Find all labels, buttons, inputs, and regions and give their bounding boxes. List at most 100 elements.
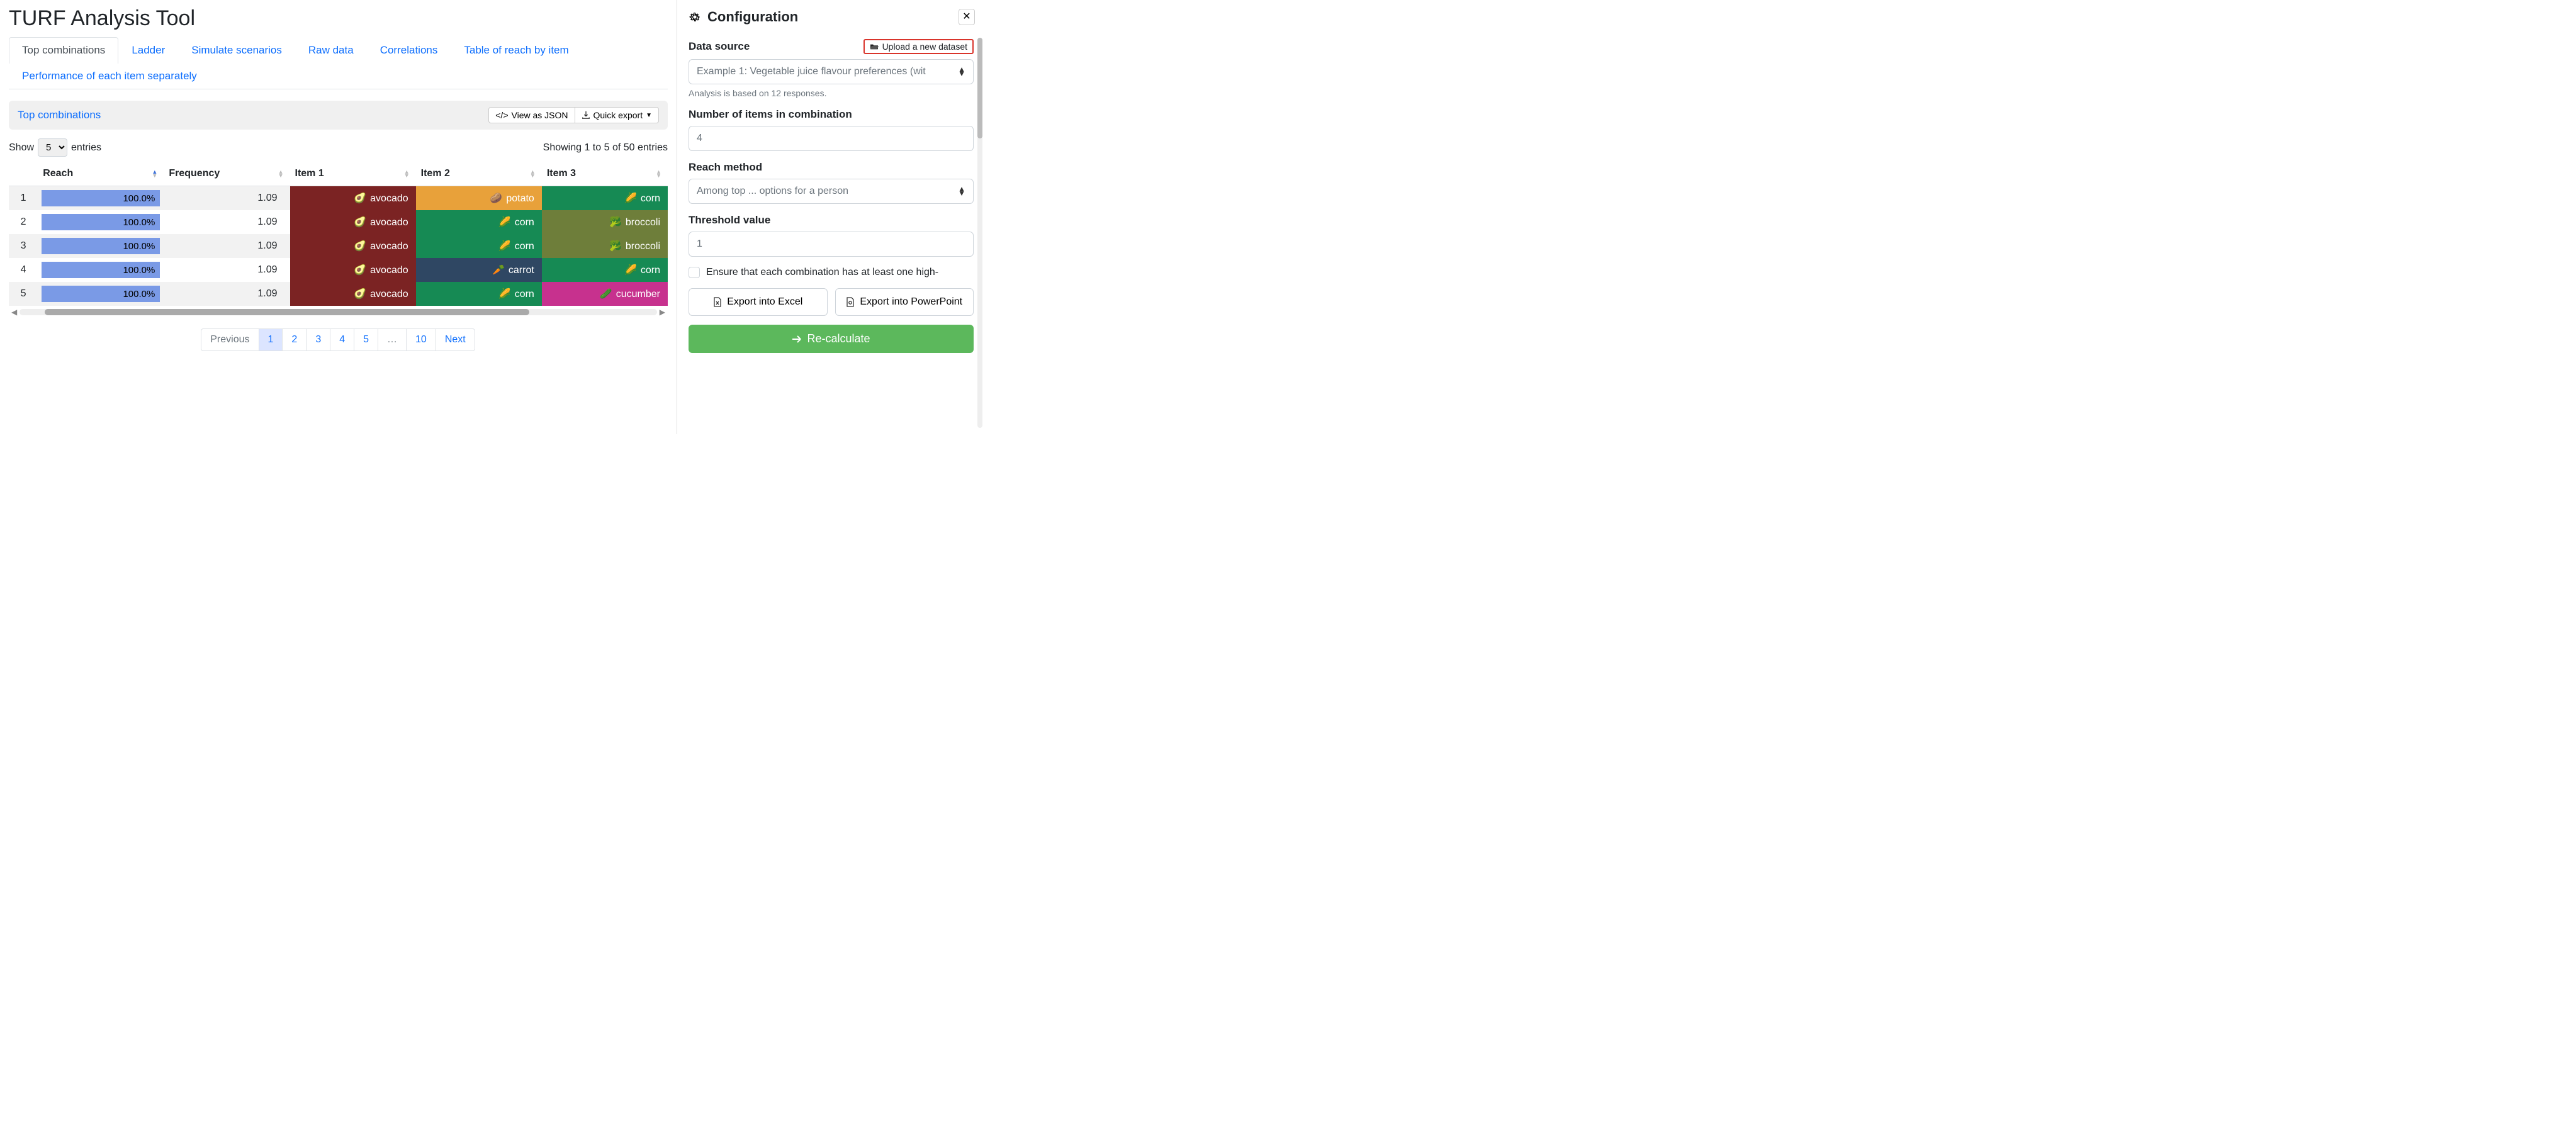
reach-cell: 100.0% [38, 258, 164, 282]
view-as-json-button[interactable]: </> View as JSON [488, 107, 575, 123]
upload-dataset-button[interactable]: Upload a new dataset [863, 39, 974, 54]
reach-cell: 100.0% [38, 234, 164, 258]
corn-icon: 🌽 [498, 217, 511, 228]
num-items-field: Number of items in combination [689, 108, 974, 151]
pagination-page-5[interactable]: 5 [354, 328, 378, 351]
pagination: Previous12345…10Next [9, 328, 668, 351]
table-row: 4100.0%1.09🥑avocado🥕carrot🌽corn [9, 258, 668, 282]
export-excel-button[interactable]: Export into Excel [689, 288, 828, 316]
subheader-bar: Top combinations </> View as JSON Quick … [9, 101, 668, 130]
scroll-track[interactable] [20, 309, 657, 315]
reach-method-value: Among top ... options for a person [697, 186, 848, 197]
checkbox-icon[interactable] [689, 267, 700, 278]
broccoli-icon: 🥦 [609, 217, 622, 228]
sidebar-scrollbar[interactable] [977, 38, 982, 428]
reach-method-select[interactable]: Among top ... options for a person ▲▼ [689, 179, 974, 204]
ensure-checkbox-row[interactable]: Ensure that each combination has at leas… [689, 267, 974, 278]
tab-performance-of-each-item-separately[interactable]: Performance of each item separately [9, 63, 210, 89]
export-row: Export into Excel Export into PowerPoint [689, 288, 974, 316]
data-source-hint: Analysis is based on 12 responses. [689, 88, 974, 98]
avocado-icon: 🥑 [354, 193, 366, 204]
tab-top-combinations[interactable]: Top combinations [9, 37, 118, 64]
avocado-icon: 🥑 [354, 241, 366, 252]
tab-simulate-scenarios[interactable]: Simulate scenarios [178, 37, 295, 63]
results-table: Reach▲▼Frequency▲▼Item 1▲▼Item 2▲▼Item 3… [9, 162, 668, 306]
item-cell-avocado: 🥑avocado [290, 186, 416, 211]
item-cell-carrot: 🥕carrot [416, 258, 542, 282]
tab-correlations[interactable]: Correlations [367, 37, 451, 63]
data-source-field: Data source Upload a new dataset Example… [689, 39, 974, 98]
row-index: 4 [9, 258, 38, 282]
broccoli-icon: 🥦 [609, 241, 622, 252]
entries-label: entries [71, 142, 101, 154]
sidebar-header: Configuration [689, 9, 974, 25]
tab-raw-data[interactable]: Raw data [295, 37, 367, 63]
tab-ladder[interactable]: Ladder [118, 37, 178, 63]
arrow-right-icon [792, 335, 802, 344]
scroll-right-icon[interactable]: ▶ [657, 308, 668, 317]
page-title: TURF Analysis Tool [9, 6, 668, 31]
file-excel-icon [713, 297, 722, 307]
select-caret-icon: ▲▼ [958, 187, 965, 196]
row-index: 3 [9, 234, 38, 258]
pagination-page-4[interactable]: 4 [330, 328, 354, 351]
reach-cell: 100.0% [38, 186, 164, 211]
col-reach[interactable]: Reach▲▼ [38, 162, 164, 186]
scroll-left-icon[interactable]: ◀ [9, 308, 20, 317]
item-cell-avocado: 🥑avocado [290, 234, 416, 258]
reach-cell: 100.0% [38, 210, 164, 234]
col-frequency[interactable]: Frequency▲▼ [164, 162, 290, 186]
pagination-page-2[interactable]: 2 [282, 328, 307, 351]
pagination-page-1[interactable]: 1 [259, 328, 283, 351]
corn-icon: 🌽 [498, 241, 511, 252]
avocado-icon: 🥑 [354, 265, 366, 276]
item-cell-corn: 🌽corn [542, 186, 668, 211]
table-row: 3100.0%1.09🥑avocado🌽corn🥦broccoli [9, 234, 668, 258]
col-item-3[interactable]: Item 3▲▼ [542, 162, 668, 186]
reach-bar: 100.0% [42, 238, 160, 254]
main-panel: TURF Analysis Tool Top combinationsLadde… [0, 0, 677, 434]
export-ppt-button[interactable]: Export into PowerPoint [835, 288, 974, 316]
col-item-2[interactable]: Item 2▲▼ [416, 162, 542, 186]
data-source-select[interactable]: Example 1: Vegetable juice flavour prefe… [689, 59, 974, 84]
pagination-next[interactable]: Next [436, 328, 475, 351]
reach-bar: 100.0% [42, 214, 160, 230]
frequency-cell: 1.09 [164, 234, 290, 258]
potato-icon: 🥔 [490, 193, 502, 204]
sidebar-scroll-thumb[interactable] [977, 38, 982, 138]
reach-method-field: Reach method Among top ... options for a… [689, 161, 974, 204]
col-item-1[interactable]: Item 1▲▼ [290, 162, 416, 186]
quick-export-button[interactable]: Quick export ▼ [575, 107, 660, 123]
threshold-input[interactable] [689, 232, 974, 257]
cucumber-icon: 🥒 [600, 289, 612, 300]
folder-open-icon [870, 43, 879, 50]
tabs-bar: Top combinationsLadderSimulate scenarios… [9, 37, 668, 89]
frequency-cell: 1.09 [164, 258, 290, 282]
corn-icon: 🌽 [624, 265, 637, 276]
pagination-page-10[interactable]: 10 [406, 328, 436, 351]
item-cell-corn: 🌽corn [416, 210, 542, 234]
pagination-ellipsis: … [378, 328, 407, 351]
row-index: 5 [9, 282, 38, 306]
num-items-input[interactable] [689, 126, 974, 151]
table-wrapper: Reach▲▼Frequency▲▼Item 1▲▼Item 2▲▼Item 3… [9, 162, 668, 306]
item-cell-corn: 🌽corn [542, 258, 668, 282]
item-cell-broccoli: 🥦broccoli [542, 210, 668, 234]
item-cell-avocado: 🥑avocado [290, 210, 416, 234]
item-cell-broccoli: 🥦broccoli [542, 234, 668, 258]
tab-table-of-reach-by-item[interactable]: Table of reach by item [451, 37, 582, 63]
export-ppt-label: Export into PowerPoint [860, 296, 962, 308]
num-items-label: Number of items in combination [689, 108, 974, 121]
horizontal-scrollbar[interactable]: ◀ ▶ [9, 308, 668, 316]
caret-down-icon: ▼ [646, 112, 652, 119]
checkbox-label: Ensure that each combination has at leas… [706, 267, 938, 278]
recalculate-button[interactable]: Re-calculate [689, 325, 974, 353]
pagination-page-3[interactable]: 3 [306, 328, 330, 351]
scroll-thumb[interactable] [45, 309, 529, 315]
item-cell-cucumber: 🥒cucumber [542, 282, 668, 306]
reach-bar: 100.0% [42, 286, 160, 302]
item-cell-avocado: 🥑avocado [290, 258, 416, 282]
page-size-select[interactable]: 5 [38, 138, 67, 157]
close-sidebar-button[interactable]: ✕ [959, 9, 975, 25]
col-index [9, 162, 38, 186]
